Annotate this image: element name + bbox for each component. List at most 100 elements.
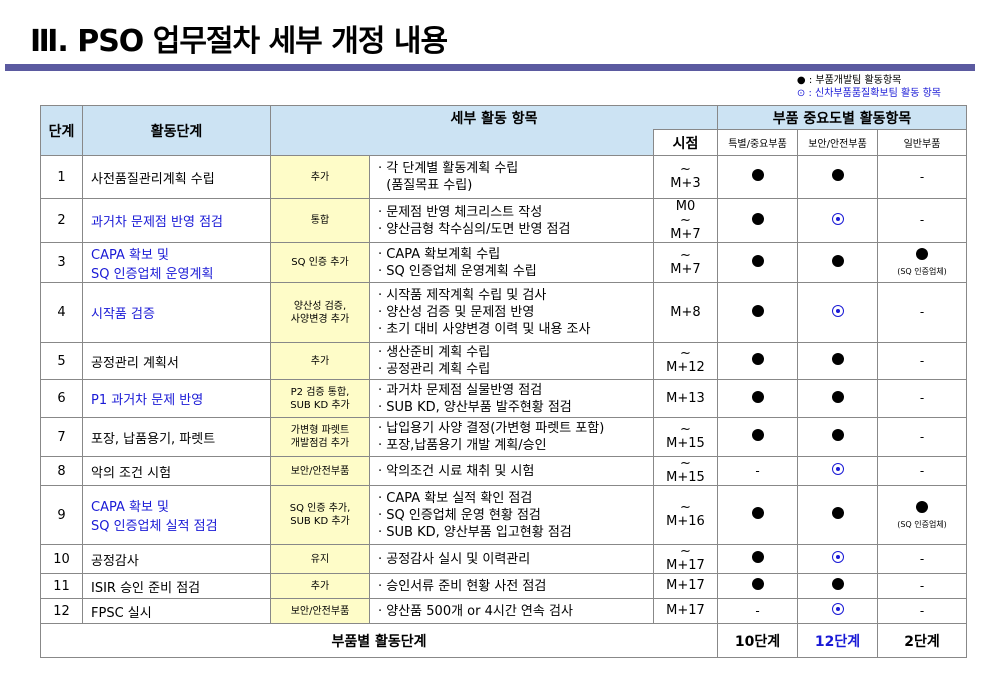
revision-tag: 보안/안전부품 <box>270 456 370 486</box>
stage-number: 10 <box>40 544 83 574</box>
importance-cat1 <box>717 485 798 545</box>
activity-name: 과거차 문제점 반영 점검 <box>82 198 271 243</box>
detail-items: · CAPA 확보계획 수립 · SQ 인증업체 운영계획 수립 <box>369 242 654 283</box>
importance-cat2 <box>797 342 878 380</box>
footer-cat1: 10단계 <box>717 623 798 658</box>
header-cat2: 보안/안전부품 <box>797 129 878 156</box>
detail-item: · SQ 인증업체 운영계획 수립 <box>378 263 537 279</box>
timing: M+13 <box>653 379 718 418</box>
table-row: 2 과거차 문제점 반영 점검 통합 · 문제점 반영 체크리스트 작성 · 양산금형 … <box>40 198 968 243</box>
detail-item: · 악의조건 시료 채취 및 시험 <box>378 463 535 479</box>
importance-cat2 <box>797 598 878 624</box>
header-stage: 단계 <box>40 105 83 156</box>
timing: ~ M+7 <box>653 242 718 283</box>
importance-cat1 <box>717 282 798 343</box>
dash-mark: - <box>919 213 925 227</box>
importance-cat2 <box>797 417 878 457</box>
importance-cat3: - <box>876 342 968 380</box>
activity-name: FPSC 실시 <box>82 598 271 624</box>
revision-tag: 가변형 파렛트 개발점검 추가 <box>270 417 370 457</box>
revision-tag: 양산성 검증, 사양변경 추가 <box>270 282 370 343</box>
dash-mark: - <box>919 429 925 444</box>
dash-mark: - <box>919 551 925 566</box>
importance-cat3: - <box>876 198 968 243</box>
filled-circle-icon <box>831 353 844 365</box>
table-row: 3 CAPA 확보 및 SQ 인증업체 운영계획 SQ 인증 추가 · CAPA 확보… <box>40 242 968 283</box>
cat3-note: (SQ 인증업체) <box>897 519 947 529</box>
detail-items: · 악의조건 시료 채취 및 시험 <box>369 456 654 486</box>
header-activity: 활동단계 <box>82 105 271 156</box>
circled-dot-icon <box>831 463 844 475</box>
revision-tag: P2 검증 통합, SUB KD 추가 <box>270 379 370 418</box>
filled-circle-icon <box>751 254 764 267</box>
detail-items: · 과거차 문제점 실물반영 점검 · SUB KD, 양산부품 발주현황 점검 <box>369 379 654 418</box>
importance-cat1 <box>717 544 798 574</box>
importance-cat1 <box>717 198 798 243</box>
activity-name: CAPA 확보 및 SQ 인증업체 운영계획 <box>82 242 271 283</box>
footer-label: 부품별 활동단계 <box>40 623 718 658</box>
filled-circle-icon <box>751 169 764 181</box>
filled-circle-icon <box>831 429 844 441</box>
table-row: 8 악의 조건 시험 보안/안전부품 · 악의조건 시료 채취 및 시험 ~ M+15 -… <box>40 456 968 486</box>
detail-items: · 양산품 500개 or 4시간 연속 검사 <box>369 598 654 624</box>
revision-tag: SQ 인증 추가 <box>270 242 370 283</box>
detail-items: · 생산준비 계획 수립 · 공정관리 계획 수립 <box>369 342 654 380</box>
header-detail: 세부 활동 항목 <box>270 105 718 130</box>
legend-circled: ⊙ : 신차부품품질확보팀 활동 항목 <box>796 88 941 99</box>
procedure-table: 단계 활동단계 세부 활동 항목 부품 중요도별 활동항목 시점 특별/중요부품… <box>40 105 968 658</box>
importance-cat3: (SQ 인증업체) <box>876 242 968 283</box>
filled-circle-icon <box>751 578 764 590</box>
timing: ~ M+12 <box>653 342 718 380</box>
title-divider <box>5 64 975 71</box>
activity-name: 사전품질관리계획 수립 <box>82 155 271 199</box>
legend: ● : 부품개발팀 활동항목 ⊙ : 신차부품품질확보팀 활동 항목 <box>797 74 941 100</box>
dash-mark: - <box>755 463 760 478</box>
dash-mark: - <box>919 305 925 319</box>
importance-cat2 <box>797 242 878 283</box>
detail-item: · 양산금형 착수심의/도면 반영 점검 <box>378 221 571 237</box>
importance-cat3: - <box>876 573 968 599</box>
importance-cat2 <box>797 198 878 243</box>
stage-number: 4 <box>40 282 83 343</box>
detail-items: · 공정감사 실시 및 이력관리 <box>369 544 654 574</box>
detail-item: · 생산준비 계획 수립 <box>378 345 491 360</box>
detail-item: · 포장,납품용기 개발 계획/승인 <box>378 438 547 453</box>
activity-name: ISIR 승인 준비 점검 <box>82 573 271 599</box>
detail-item: · CAPA 확보계획 수립 <box>378 246 501 262</box>
activity-name: 포장, 납품용기, 파렛트 <box>82 417 271 457</box>
detail-item: · SUB KD, 양산부품 입고현황 점검 <box>378 524 572 540</box>
header-timing: 시점 <box>653 129 718 156</box>
importance-cat1 <box>717 155 798 199</box>
activity-name: 시작품 검증 <box>82 282 271 343</box>
importance-cat1 <box>717 379 798 418</box>
stage-number: 6 <box>40 379 83 418</box>
revision-tag: 통합 <box>270 198 370 243</box>
importance-cat3: - <box>876 417 968 457</box>
timing: ~ M+15 <box>653 417 718 457</box>
timing: ~ M+17 <box>653 544 718 574</box>
dash-mark: - <box>919 603 925 618</box>
detail-item: · 각 단계별 활동계획 수립 <box>378 161 519 176</box>
circled-dot-icon <box>831 212 844 225</box>
activity-name: 악의 조건 시험 <box>82 456 271 486</box>
filled-circle-icon <box>751 212 764 225</box>
filled-circle-icon <box>831 578 844 590</box>
filled-circle-icon <box>916 248 928 260</box>
importance-cat1 <box>717 242 798 283</box>
importance-cat2 <box>797 456 878 486</box>
stage-number: 7 <box>40 417 83 457</box>
importance-cat2 <box>797 379 878 418</box>
detail-items: · CAPA 확보 실적 확인 점검 · SQ 인증업체 운영 현황 점검 · SU… <box>369 485 654 545</box>
detail-item: · SQ 인증업체 운영 현황 점검 <box>378 507 541 523</box>
stage-number: 1 <box>40 155 83 199</box>
dash-mark: - <box>919 391 925 405</box>
detail-item: · 승인서류 준비 현황 사전 점검 <box>378 578 547 594</box>
page-title: Ⅲ. PSO 업무절차 세부 개정 내용 <box>30 24 448 59</box>
filled-circle-icon <box>751 429 764 441</box>
detail-items: · 승인서류 준비 현황 사전 점검 <box>369 573 654 599</box>
header-cat1: 특별/중요부품 <box>717 129 798 156</box>
timing: ~ M+3 <box>653 155 718 199</box>
detail-items: · 문제점 반영 체크리스트 작성 · 양산금형 착수심의/도면 반영 점검 <box>369 198 654 243</box>
filled-circle-icon <box>831 507 844 519</box>
detail-item: · CAPA 확보 실적 확인 점검 <box>378 490 533 506</box>
